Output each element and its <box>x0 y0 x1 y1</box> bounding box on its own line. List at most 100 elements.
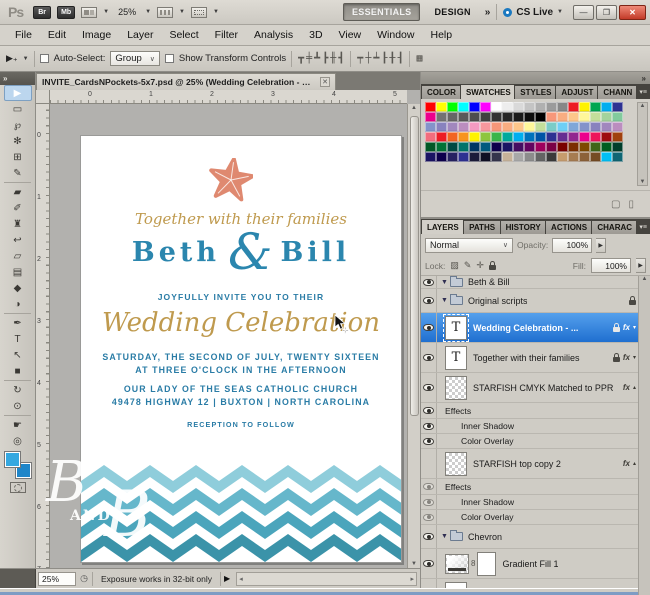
visibility-well[interactable] <box>421 495 437 509</box>
layer-row[interactable]: Color Overlay <box>421 510 650 525</box>
color-swatch[interactable] <box>458 102 469 112</box>
color-swatch[interactable] <box>480 112 491 122</box>
layers-tab-layers[interactable]: LAYERS <box>422 220 464 234</box>
menu-analysis[interactable]: Analysis <box>247 27 300 43</box>
color-swatch[interactable] <box>535 142 546 152</box>
color-swatch[interactable] <box>436 122 447 132</box>
color-swatch[interactable] <box>601 152 612 162</box>
swatches-tab-color[interactable]: COLOR <box>422 86 460 99</box>
visibility-well[interactable] <box>421 343 437 372</box>
auto-select-dropdown[interactable]: Group ∨ <box>110 51 160 66</box>
layers-tab-paths[interactable]: PATHS <box>464 221 500 234</box>
color-swatch[interactable] <box>524 122 535 132</box>
menu-filter[interactable]: Filter <box>208 27 245 43</box>
color-swatch[interactable] <box>425 122 436 132</box>
visibility-well[interactable] <box>421 276 437 288</box>
visibility-well[interactable] <box>421 419 437 433</box>
eraser-tool[interactable]: ▱ <box>4 248 32 264</box>
color-swatch[interactable] <box>513 132 524 142</box>
document-tab[interactable]: INVITE_CardsNPockets-5x7.psd @ 25% (Wedd… <box>36 73 336 90</box>
canvas-vertical-scrollbar[interactable]: ▲ ▼ <box>407 104 420 568</box>
text-layer-thumbnail[interactable] <box>443 313 469 342</box>
layout-picker-icon[interactable] <box>81 6 98 18</box>
minimize-button[interactable]: — <box>573 4 594 20</box>
color-swatch[interactable] <box>590 152 601 162</box>
swatches-tab-adjust[interactable]: ADJUST <box>556 86 598 99</box>
color-swatch[interactable] <box>568 142 579 152</box>
color-swatch[interactable] <box>513 112 524 122</box>
foreground-color-swatch[interactable] <box>4 452 20 467</box>
color-swatch[interactable] <box>601 142 612 152</box>
color-swatch[interactable] <box>447 142 458 152</box>
layer-thumbnail[interactable] <box>445 375 467 400</box>
eye-icon[interactable] <box>423 498 434 506</box>
color-swatch[interactable] <box>524 102 535 112</box>
scroll-right-icon[interactable]: ▸ <box>410 575 414 583</box>
color-swatch[interactable] <box>546 152 557 162</box>
color-swatch[interactable] <box>469 152 480 162</box>
history-brush-tool[interactable]: ↩ <box>4 232 32 248</box>
visibility-well[interactable] <box>421 313 437 342</box>
color-swatch[interactable] <box>425 152 436 162</box>
color-swatch[interactable] <box>469 112 480 122</box>
lasso-tool[interactable]: ℘ <box>4 117 32 133</box>
swatch-scroll-down-icon[interactable]: ▼ <box>640 179 646 185</box>
quick-mask-button[interactable] <box>9 482 26 493</box>
eye-icon[interactable] <box>423 533 434 540</box>
workspace-essentials[interactable]: ESSENTIALS <box>342 3 421 21</box>
color-swatch[interactable] <box>425 142 436 152</box>
color-swatch[interactable] <box>568 122 579 132</box>
color-swatch[interactable] <box>590 112 601 122</box>
new-swatch-icon[interactable]: ▢ <box>611 199 620 210</box>
color-swatch[interactable] <box>447 152 458 162</box>
eye-icon[interactable] <box>423 384 434 391</box>
color-swatch[interactable] <box>469 142 480 152</box>
color-swatch[interactable] <box>568 102 579 112</box>
color-swatch[interactable] <box>612 122 623 132</box>
color-swatch[interactable] <box>458 142 469 152</box>
type-tool[interactable]: T <box>4 331 32 347</box>
layer-row[interactable]: STARFISH top copy 2 fx ▴ <box>421 449 650 479</box>
scroll-thumb[interactable] <box>410 116 419 416</box>
color-swatch[interactable] <box>579 102 590 112</box>
color-swatch[interactable] <box>491 112 502 122</box>
lock-transparent-icon[interactable]: ▨ <box>450 260 459 271</box>
color-swatch[interactable] <box>557 112 568 122</box>
color-swatch[interactable] <box>491 142 502 152</box>
view-extras-caret[interactable]: ▼ <box>179 9 185 15</box>
menu-layer[interactable]: Layer <box>120 27 160 43</box>
color-swatch[interactable] <box>601 112 612 122</box>
color-swatch[interactable] <box>513 152 524 162</box>
gradient-tool[interactable]: ▤ <box>4 264 32 280</box>
color-swatch[interactable] <box>535 102 546 112</box>
layer-row[interactable]: Inner Shadow <box>421 419 650 434</box>
auto-select-checkbox[interactable] <box>39 54 49 63</box>
zoom-caret[interactable]: ▼ <box>145 9 151 15</box>
eye-icon[interactable] <box>423 483 434 490</box>
view-extras-icon[interactable] <box>157 6 174 18</box>
layers-scrollbar[interactable]: ▲▼ <box>638 276 650 595</box>
expand-triangle-icon[interactable]: ▼ <box>441 279 448 286</box>
color-swatch[interactable] <box>458 122 469 132</box>
color-swatch[interactable] <box>458 132 469 142</box>
hand-tool[interactable]: ☛ <box>4 417 32 433</box>
scroll-up-icon[interactable]: ▲ <box>411 105 417 111</box>
cs-live-button[interactable]: CS Live ▼ <box>503 7 563 18</box>
color-swatch[interactable] <box>502 102 513 112</box>
screen-mode-caret[interactable]: ▼ <box>213 9 219 15</box>
color-swatch[interactable] <box>425 132 436 142</box>
close-button[interactable]: ✕ <box>619 4 646 20</box>
color-swatch[interactable] <box>557 132 568 142</box>
menu-image[interactable]: Image <box>75 27 118 43</box>
color-swatch[interactable] <box>601 122 612 132</box>
layers-tab-charac[interactable]: CHARAC <box>592 221 637 234</box>
swatches-panel-menu-icon[interactable]: ▾≡ <box>637 88 649 96</box>
rectangle-tool[interactable]: ■ <box>4 363 32 379</box>
clone-stamp-tool[interactable]: ♜ <box>4 216 32 232</box>
current-tool-icon[interactable]: ▶₊ <box>6 53 18 64</box>
swatches-scrollbar[interactable]: ▲ ▼ <box>637 102 648 186</box>
color-swatch[interactable] <box>590 142 601 152</box>
canvas-horizontal-scrollbar[interactable]: ◂ ▸ <box>236 571 417 586</box>
eye-icon[interactable] <box>423 324 434 331</box>
fill-field[interactable]: 100% <box>591 258 631 273</box>
